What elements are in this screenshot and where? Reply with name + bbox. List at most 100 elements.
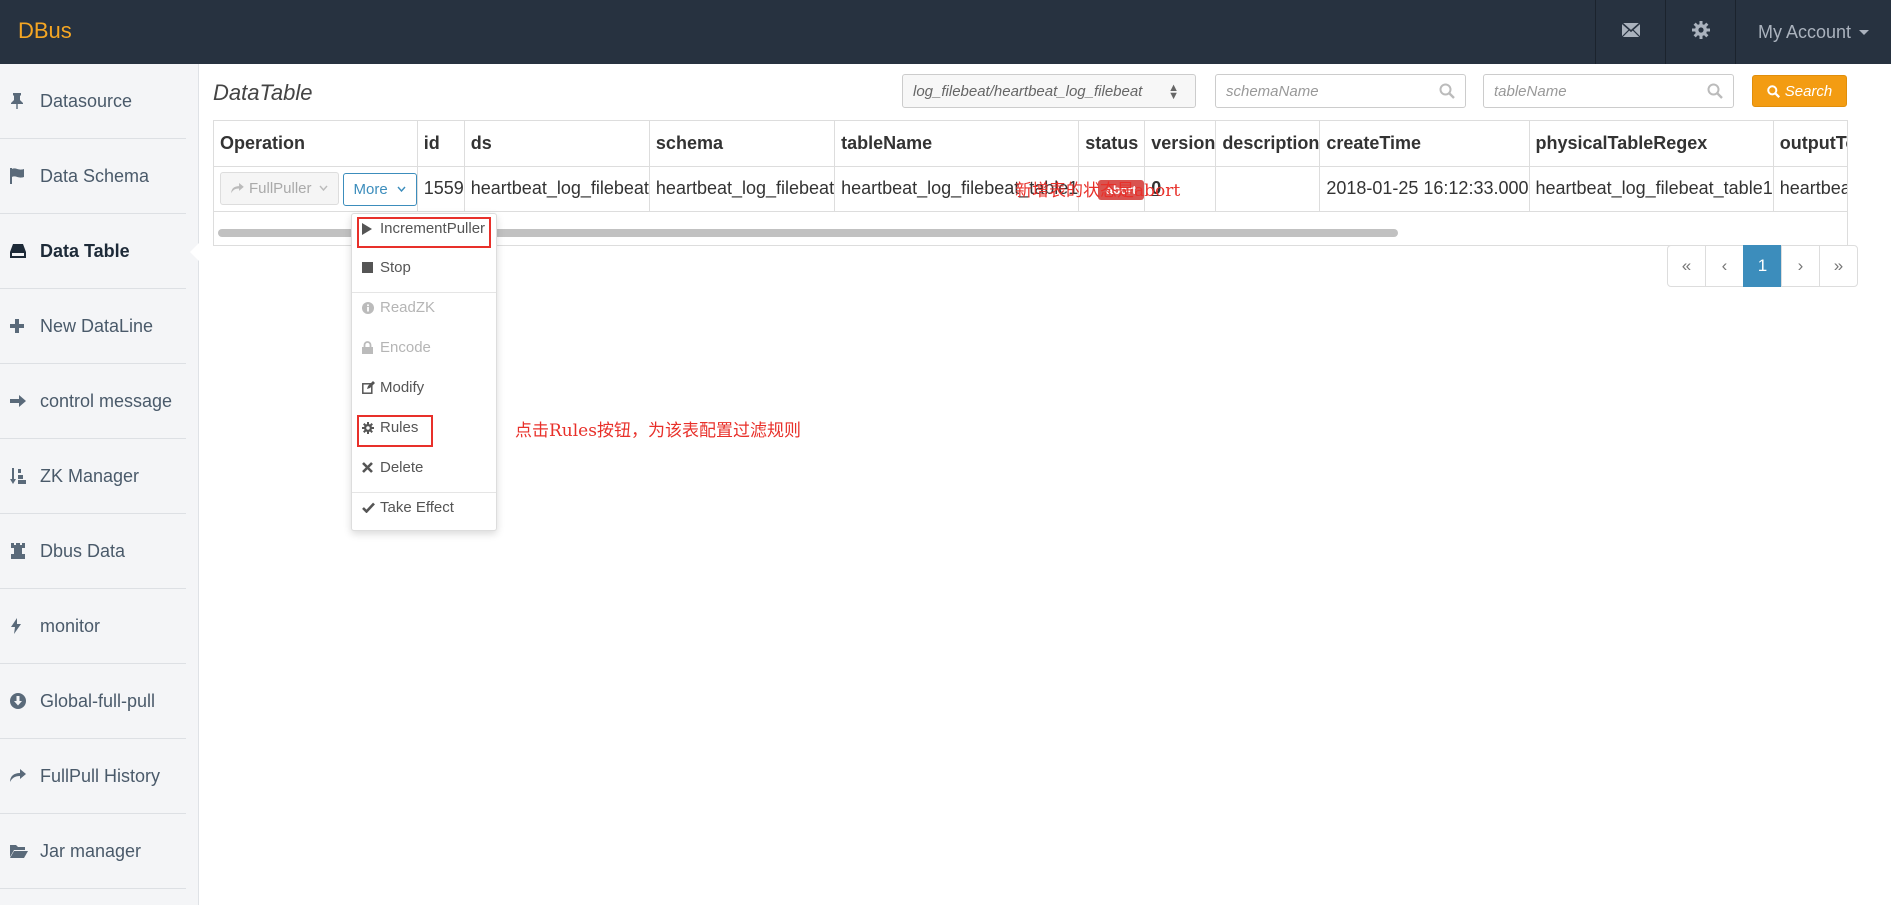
physical-table-regex-cell: heartbeat_log_filebeat_table1 (1529, 166, 1774, 212)
remove-icon (362, 462, 378, 473)
arrow-right-icon (10, 394, 40, 408)
schema-name-input[interactable]: schemaName (1215, 74, 1466, 108)
flag-icon (10, 168, 40, 184)
column-header[interactable]: version (1144, 121, 1217, 167)
account-label: My Account (1757, 21, 1852, 42)
menu-item-encode[interactable]: Encode (362, 339, 431, 356)
page-first-button[interactable]: « (1667, 245, 1706, 287)
sidebar-item-label: monitor (40, 615, 101, 636)
page-next-button[interactable]: › (1781, 245, 1820, 287)
sidebar-item-monitor[interactable]: monitor (0, 589, 186, 664)
schema-name-placeholder: schemaName (1226, 83, 1319, 100)
rules-annotation: 点击Rules按钮，为该表配置过滤规则 (515, 421, 801, 441)
stop-icon (362, 262, 378, 273)
sidebar-item-label: FullPull History (40, 765, 161, 786)
menu-item-label: Encode (380, 339, 431, 356)
column-header[interactable]: tableName (834, 121, 1080, 167)
menu-item-label: Delete (380, 459, 424, 476)
share-icon (10, 769, 40, 783)
sidebar-item-data-schema[interactable]: Data Schema (0, 139, 186, 214)
sidebar-item-control-message[interactable]: control message (0, 364, 186, 439)
tower-icon (10, 543, 40, 559)
column-header[interactable]: schema (649, 121, 836, 167)
checkmark-icon (362, 502, 378, 513)
search-icon (1439, 83, 1455, 103)
search-button-label: Search (1784, 82, 1833, 100)
sidebar-item-dbus-data[interactable]: Dbus Data (0, 514, 186, 589)
sidebar-item-label: Data Schema (40, 165, 150, 186)
ds-cell: heartbeat_log_filebeat (464, 166, 650, 212)
menu-item-take-effect[interactable]: Take Effect (362, 499, 454, 516)
sort-icon (10, 468, 40, 484)
sidebar-item-label: control message (40, 390, 173, 411)
search-icon (1766, 84, 1780, 98)
updown-arrows-icon: ▲ ▼ (1168, 82, 1179, 102)
page-title: DataTable (213, 80, 313, 105)
more-dropdown-menu: IncrementPuller Stop ReadZK Encode Modif… (351, 213, 497, 531)
my-account-menu[interactable]: My Account (1735, 0, 1891, 64)
sidebar-item-global-full-pull[interactable]: Global-full-pull (0, 664, 186, 739)
table-name-input[interactable]: tableName (1483, 74, 1734, 108)
gear-icon (1691, 20, 1710, 44)
sidebar-item-label: ZK Manager (40, 465, 140, 486)
sidebar-item-fullpull-history[interactable]: FullPull History (0, 739, 186, 814)
table-header-row: Operation id ds schema tableName status … (214, 121, 1847, 167)
column-header[interactable]: description (1215, 121, 1321, 167)
settings-button[interactable] (1665, 0, 1735, 64)
page-prev-button[interactable]: ‹ (1705, 245, 1744, 287)
search-icon (1707, 83, 1723, 103)
column-header[interactable]: outputTopic (1773, 121, 1847, 167)
search-button[interactable]: Search (1752, 75, 1847, 107)
column-header[interactable]: Operation (214, 121, 418, 167)
download-icon (10, 693, 40, 709)
column-header[interactable]: id (417, 121, 465, 167)
sidebar-item-label: Dbus Data (40, 540, 126, 561)
pagination: « ‹ 1 › » (1667, 245, 1858, 287)
more-label: More (353, 180, 388, 198)
menu-item-label: Take Effect (380, 499, 454, 516)
create-time-cell: 2018-01-25 16:12:33.000 (1319, 166, 1530, 212)
sidebar-item-jar-manager[interactable]: Jar manager (0, 814, 186, 889)
schema-cell: heartbeat_log_filebeat (649, 166, 836, 212)
more-button[interactable]: More (342, 172, 417, 206)
sidebar-item-label: Jar manager (40, 840, 142, 861)
menu-item-delete[interactable]: Delete (362, 459, 423, 476)
sidebar-item-new-dataline[interactable]: New DataLine (0, 289, 186, 364)
column-header[interactable]: ds (464, 121, 650, 167)
sidebar-item-datasource[interactable]: Datasource (0, 64, 186, 139)
sidebar-item-data-table[interactable]: Data Table (0, 214, 200, 289)
chevron-down-icon (319, 185, 328, 191)
sidebar-item-label: Global-full-pull (40, 690, 156, 711)
datasource-select[interactable]: log_filebeat/heartbeat_log_filebeat ▲ ▼ (902, 74, 1196, 108)
page-current-button[interactable]: 1 (1743, 245, 1782, 287)
status-annotation: 新增表的状态是abort (1015, 181, 1181, 201)
edit-icon (362, 381, 378, 394)
navbar-right: My Account (1595, 0, 1891, 64)
column-header[interactable]: createTime (1319, 121, 1530, 167)
sidebar-item-zk-manager[interactable]: ZK Manager (0, 439, 186, 514)
operation-cell: FullPuller More (214, 166, 418, 212)
id-cell: 1559 (417, 166, 465, 212)
chevron-down-icon (1859, 29, 1870, 35)
flash-icon (10, 618, 40, 634)
menu-divider (352, 292, 496, 293)
menu-item-modify[interactable]: Modify (362, 379, 424, 396)
page-last-button[interactable]: » (1819, 245, 1858, 287)
sidebar: Datasource Data Schema Data Table New Da… (0, 64, 200, 905)
column-header[interactable]: physicalTableRegex (1529, 121, 1774, 167)
menu-item-readzk[interactable]: ReadZK (362, 299, 435, 316)
messages-button[interactable] (1595, 0, 1665, 64)
plus-icon (10, 319, 40, 333)
share-icon (231, 182, 244, 194)
info-icon (362, 301, 378, 314)
menu-item-label: Stop (380, 259, 411, 276)
menu-item-label: Modify (380, 379, 425, 396)
sidebar-item-label: Datasource (40, 90, 133, 111)
menu-item-stop[interactable]: Stop (362, 259, 411, 276)
brand-logo[interactable]: DBus (18, 18, 72, 44)
output-topic-cell: heartbeat_log_filebeat (1773, 166, 1847, 212)
increment-puller-highlight (357, 217, 491, 248)
fullpuller-button[interactable]: FullPuller (220, 171, 339, 205)
lock-icon (362, 341, 378, 354)
column-header[interactable]: status (1078, 121, 1146, 167)
